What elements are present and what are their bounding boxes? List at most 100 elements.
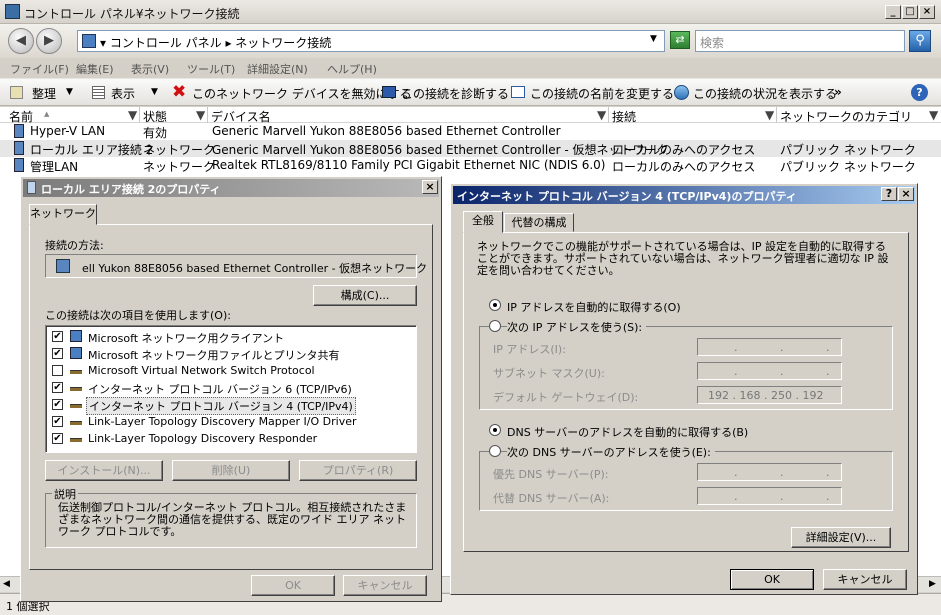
network-folder-icon: [5, 4, 20, 19]
preferred-dns-field[interactable]: . . .: [697, 463, 842, 481]
ipv4-close-button[interactable]: ×: [898, 187, 914, 201]
menu-edit[interactable]: 編集(E): [76, 61, 114, 77]
row-category: パブリック ネットワーク: [780, 143, 916, 157]
organize-button[interactable]: 整理: [32, 85, 56, 102]
item-label: Microsoft ネットワーク用クライアント: [88, 332, 285, 345]
lan-cancel-button[interactable]: キャンセル: [343, 575, 427, 596]
list-item[interactable]: ✔ Link-Layer Topology Discovery Mapper I/…: [52, 414, 402, 430]
item-checkbox[interactable]: ✔: [52, 416, 63, 427]
scroll-left-icon[interactable]: ◀: [3, 579, 10, 589]
item-checkbox[interactable]: ✔: [52, 348, 63, 359]
col-status-filter-icon[interactable]: ▼: [196, 108, 206, 122]
item-checkbox[interactable]: ✔: [52, 331, 63, 342]
tab-network[interactable]: ネットワーク: [29, 204, 97, 225]
description-title: 説明: [52, 486, 78, 502]
col-category-filter-icon[interactable]: ▼: [929, 108, 939, 122]
view-status-button[interactable]: この接続の状況を表示する: [693, 85, 837, 102]
ip-auto-radio[interactable]: [489, 299, 501, 311]
list-item[interactable]: Microsoft Virtual Network Switch Protoco…: [52, 363, 402, 379]
client-icon: [70, 330, 82, 342]
diagnose-button[interactable]: この接続を診断する: [401, 85, 509, 102]
ipv4-dialog-titlebar: インターネット プロトコル バージョン 4 (TCP/IPv4)のプロパティ ?…: [453, 186, 915, 204]
properties-button[interactable]: プロパティ(R): [299, 460, 417, 481]
row-name: 管理LAN: [30, 160, 79, 174]
ip-address-label: IP アドレス(I):: [493, 343, 566, 356]
dns-auto-label[interactable]: DNS サーバーのアドレスを自動的に取得する(B): [507, 424, 748, 440]
dns-auto-radio[interactable]: [489, 424, 501, 436]
lan-dialog-close-button[interactable]: ×: [422, 180, 438, 194]
list-item[interactable]: ✔ Microsoft ネットワーク用ファイルとプリンタ共有: [52, 346, 402, 362]
search-placeholder: 検索: [700, 36, 725, 50]
list-item-selected[interactable]: ✔ インターネット プロトコル バージョン 4 (TCP/IPv4): [52, 397, 402, 415]
tab-alternate[interactable]: 代替の構成: [504, 213, 574, 232]
row-device: Realtek RTL8169/8110 Family PCI Gigabit …: [212, 158, 606, 172]
refresh-icon[interactable]: ⇄: [670, 31, 690, 49]
list-item[interactable]: ✔ Microsoft ネットワーク用クライアント: [52, 329, 402, 345]
menu-advanced[interactable]: 詳細設定(N): [247, 61, 308, 77]
protocol-icon: [70, 387, 82, 391]
item-checkbox[interactable]: ✔: [52, 399, 63, 410]
item-checkbox[interactable]: [52, 365, 63, 376]
dns-manual-label[interactable]: 次の DNS サーバーのアドレスを使う(E):: [507, 444, 715, 460]
diagnose-icon: [382, 86, 396, 98]
back-button[interactable]: ◀: [8, 28, 34, 54]
uninstall-button[interactable]: 削除(U): [172, 460, 290, 481]
network-adapter-icon: [27, 181, 36, 194]
more-button[interactable]: »: [834, 85, 842, 99]
subnet-field[interactable]: . . .: [697, 362, 842, 380]
table-row[interactable]: Hyper-V LAN 有効 Generic Marvell Yukon 88E…: [0, 123, 941, 140]
item-checkbox[interactable]: ✔: [52, 382, 63, 393]
close-button[interactable]: ×: [919, 5, 935, 19]
menu-file[interactable]: ファイル(F): [10, 61, 69, 77]
address-dropdown-icon[interactable]: ▼: [650, 34, 657, 44]
row-name: Hyper-V LAN: [30, 124, 106, 138]
menu-help[interactable]: ヘルプ(H): [327, 61, 377, 77]
search-icon[interactable]: ⚲: [909, 30, 931, 52]
list-item[interactable]: ✔ インターネット プロトコル バージョン 6 (TCP/IPv6): [52, 380, 402, 396]
tab-general[interactable]: 全般: [463, 211, 503, 233]
ip-address-field[interactable]: . . .: [697, 338, 842, 356]
forward-button[interactable]: ▶: [36, 28, 62, 54]
menu-tools[interactable]: ツール(T): [187, 61, 235, 77]
disable-device-button[interactable]: このネットワーク デバイスを無効にする: [192, 85, 412, 102]
col-connection-filter-icon[interactable]: ▼: [765, 108, 775, 122]
help-icon[interactable]: ?: [911, 84, 928, 101]
advanced-button[interactable]: 詳細設定(V)...: [791, 527, 891, 548]
gateway-field[interactable]: 192 . 168 . 250 . 192: [697, 386, 842, 404]
maximize-button[interactable]: □: [902, 5, 918, 19]
item-label: Microsoft ネットワーク用ファイルとプリンタ共有: [88, 349, 340, 362]
row-status: ネットワーク: [143, 160, 216, 174]
protocol-icon: [70, 421, 82, 425]
ip-manual-label[interactable]: 次の IP アドレスを使う(S):: [507, 319, 647, 335]
search-input[interactable]: 検索: [695, 30, 905, 52]
col-name-filter-icon[interactable]: ▼: [128, 108, 138, 122]
table-row[interactable]: 管理LAN ネットワーク Realtek RTL8169/8110 Family…: [0, 157, 941, 174]
organize-dropdown-icon[interactable]: ▼: [66, 87, 73, 97]
scroll-right-icon[interactable]: ▶: [929, 579, 936, 589]
view-button[interactable]: 表示: [111, 85, 135, 102]
subnet-value: . . .: [734, 365, 838, 378]
alternate-dns-field[interactable]: . . .: [697, 487, 842, 505]
table-row-selected[interactable]: ローカル エリア接続 2 ネットワーク Generic Marvell Yuko…: [0, 140, 941, 157]
configure-button[interactable]: 構成(C)...: [313, 285, 417, 306]
item-checkbox[interactable]: ✔: [52, 433, 63, 444]
item-label: Link-Layer Topology Discovery Responder: [88, 432, 318, 445]
ip-manual-radio[interactable]: [489, 320, 501, 332]
lan-ok-button[interactable]: OK: [251, 575, 335, 596]
column-header-row: 名前 ▲ ▼ 状態 ▼ デバイス名 ▼ 接続 ▼ ネットワークのカテゴリ ▼: [0, 107, 941, 124]
address-field[interactable]: ▾ コントロール パネル ▸ ネットワーク接続 ▼: [77, 30, 665, 52]
ip-auto-label[interactable]: IP アドレスを自動的に取得する(O): [507, 299, 681, 315]
rename-button[interactable]: この接続の名前を変更する: [530, 85, 674, 102]
dns-manual-radio[interactable]: [489, 445, 501, 457]
ipv4-ok-button[interactable]: OK: [730, 569, 814, 590]
minimize-button[interactable]: _: [885, 5, 901, 19]
view-dropdown-icon[interactable]: ▼: [151, 87, 158, 97]
ipv4-help-button[interactable]: ?: [881, 187, 897, 201]
ipv4-cancel-button[interactable]: キャンセル: [823, 569, 907, 590]
list-item[interactable]: ✔ Link-Layer Topology Discovery Responder: [52, 431, 402, 447]
items-label: この接続は次の項目を使用します(O):: [45, 309, 231, 322]
menu-view[interactable]: 表示(V): [131, 61, 169, 77]
col-device-filter-icon[interactable]: ▼: [597, 108, 607, 122]
install-button[interactable]: インストール(N)...: [45, 460, 163, 481]
network-adapter-icon: [14, 124, 24, 138]
